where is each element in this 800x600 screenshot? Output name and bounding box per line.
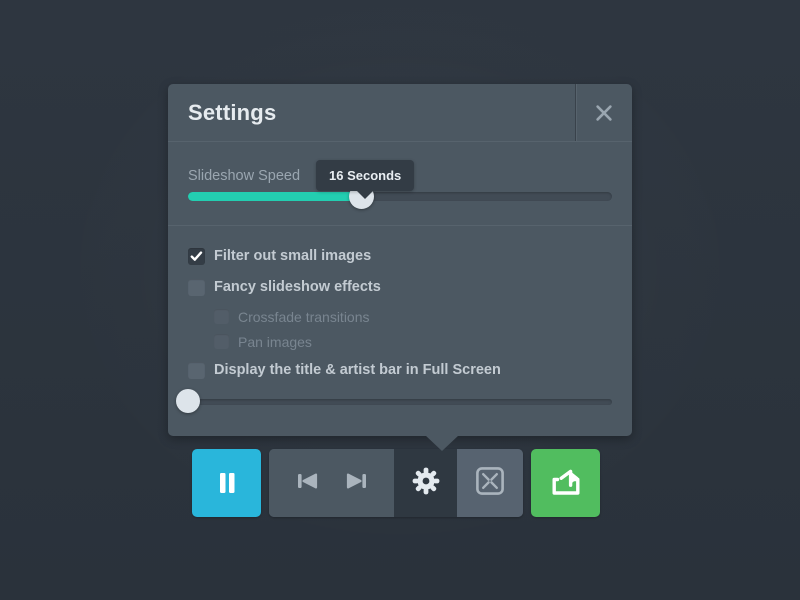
next-button[interactable]: [341, 469, 373, 498]
option-filter-out-small-images[interactable]: Filter out small images: [188, 244, 612, 268]
fullscreen-icon: [475, 466, 505, 501]
checkbox-display-title-artist-bar[interactable]: [188, 361, 205, 379]
page-title: Settings: [188, 99, 277, 125]
player-toolbar: [192, 449, 600, 517]
option-label: Pan images: [238, 333, 312, 350]
slideshow-speed-slider[interactable]: [188, 184, 612, 209]
bottom-slider[interactable]: [176, 389, 612, 413]
checkbox-filter-out-small-images[interactable]: [188, 247, 205, 265]
close-button[interactable]: [575, 83, 632, 142]
options-list: Filter out small images Fancy slideshow …: [168, 226, 632, 379]
fullscreen-button[interactable]: [457, 449, 523, 517]
bottom-slider-track[interactable]: [188, 399, 612, 405]
bottom-slider-section: [168, 378, 632, 436]
bottom-slider-thumb[interactable]: [176, 389, 200, 413]
checkbox-crossfade-transitions[interactable]: [214, 309, 229, 324]
option-label: Filter out small images: [214, 248, 372, 264]
next-icon: [345, 469, 369, 498]
option-label: Fancy slideshow effects: [214, 279, 381, 295]
slideshow-speed-section: Slideshow Speed 16 Seconds: [168, 142, 632, 226]
pause-button[interactable]: [192, 449, 261, 517]
option-label: Crossfade transitions: [238, 308, 370, 325]
share-button[interactable]: [531, 449, 600, 517]
share-icon: [551, 469, 581, 497]
option-fancy-slideshow-effects[interactable]: Fancy slideshow effects: [188, 275, 612, 299]
settings-panel: Settings Slideshow Speed 16 Seconds Filt…: [168, 83, 632, 451]
panel-pointer-arrow: [425, 435, 459, 451]
slideshow-speed-label: Slideshow Speed: [188, 168, 301, 184]
gear-icon: [411, 466, 441, 501]
previous-button[interactable]: [291, 469, 323, 498]
settings-button[interactable]: [394, 449, 457, 517]
transport-group: [269, 449, 523, 517]
prev-next-group: [269, 449, 394, 517]
checkbox-fancy-slideshow-effects[interactable]: [188, 278, 205, 296]
panel-header: Settings: [168, 83, 632, 142]
option-crossfade-transitions[interactable]: Crossfade transitions: [214, 306, 612, 327]
option-label: Display the title & artist bar in Full S…: [214, 362, 501, 378]
option-pan-images[interactable]: Pan images: [214, 331, 612, 352]
previous-icon: [295, 469, 319, 498]
pause-icon: [216, 471, 238, 495]
slider-fill: [188, 192, 362, 201]
close-icon: [594, 103, 614, 123]
checkbox-pan-images[interactable]: [214, 334, 229, 349]
slideshow-speed-tooltip: 16 Seconds: [316, 160, 415, 199]
